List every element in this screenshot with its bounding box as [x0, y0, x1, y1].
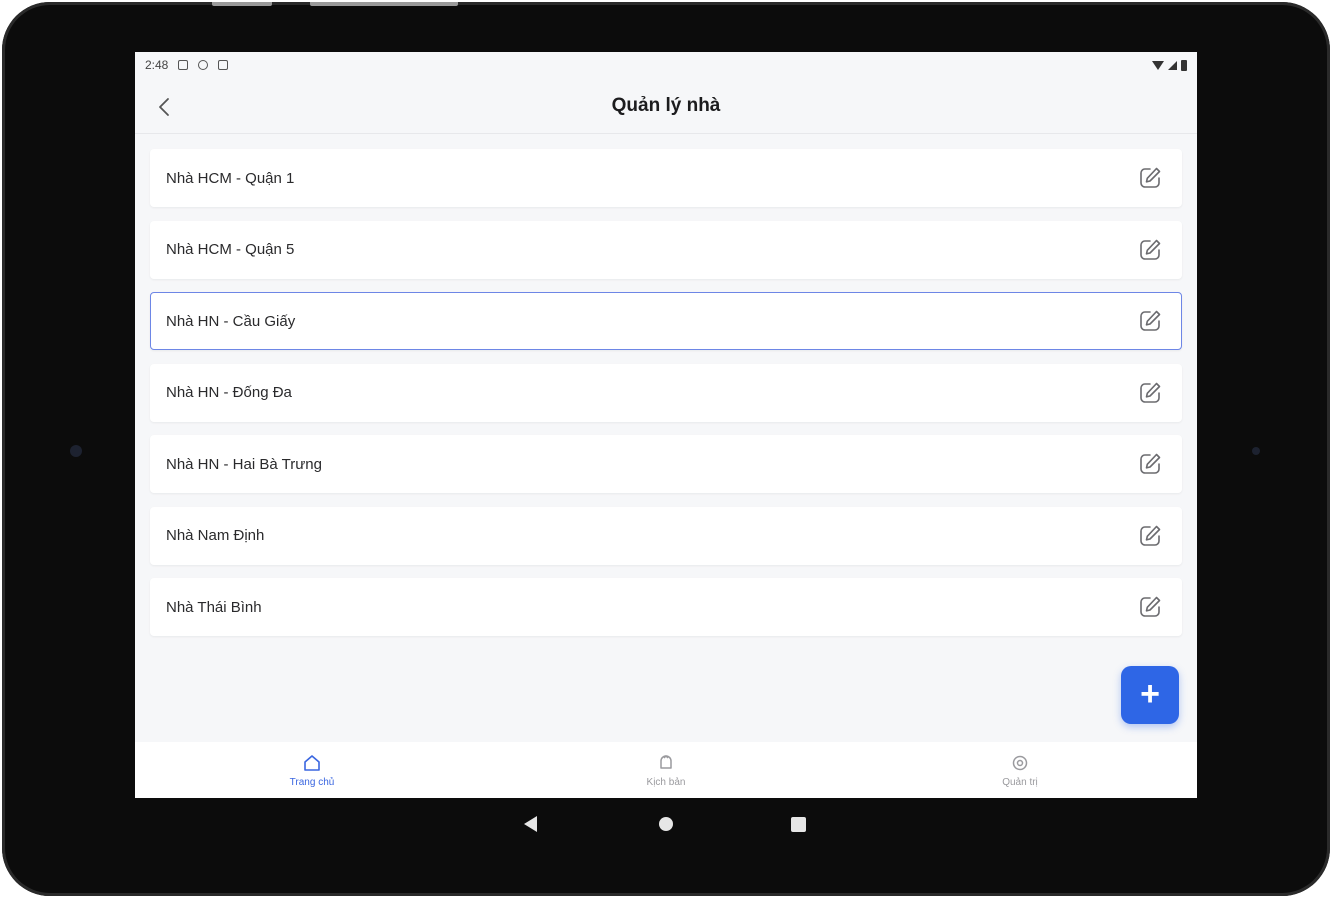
device-top-buttons [212, 2, 462, 6]
edit-house-button[interactable] [1134, 591, 1166, 623]
system-home-button[interactable] [648, 806, 684, 842]
add-house-button[interactable]: + [1121, 666, 1179, 724]
edit-icon [1140, 167, 1161, 188]
status-bar: 2:48 [135, 52, 1197, 78]
light-sensor [1252, 447, 1260, 455]
house-name: Nhà HN - Hai Bà Trưng [166, 455, 322, 473]
page-title: Quản lý nhà [611, 94, 721, 116]
edit-icon [1140, 453, 1161, 474]
edit-icon [1140, 596, 1161, 617]
house-name: Nhà Thái Bình [166, 598, 262, 616]
nav-label: Kịch bản [646, 776, 686, 788]
circle-home-icon [659, 817, 673, 831]
list-item[interactable]: Nhà HN - Đống Đa [150, 363, 1182, 422]
app-screen: 2:48 Quản lý nhà Nhà HCM - Quận 1 Nhà HC… [135, 52, 1197, 798]
square-recents-icon [790, 816, 806, 832]
nav-item-admin[interactable]: Quản trị [843, 742, 1197, 798]
edit-house-button[interactable] [1134, 520, 1166, 552]
edit-house-button[interactable] [1134, 162, 1166, 194]
app-header: Quản lý nhà [135, 78, 1197, 134]
house-name: Nhà HCM - Quận 5 [166, 241, 295, 258]
nav-item-scenario[interactable]: Kịch bản [489, 742, 843, 798]
nav-label: Trang chủ [289, 776, 335, 788]
edit-house-button[interactable] [1134, 305, 1166, 337]
plus-icon: + [1140, 674, 1160, 713]
house-name: Nhà HCM - Quận 1 [166, 169, 295, 187]
front-camera [70, 445, 82, 457]
notification-icon [178, 60, 189, 70]
house-list: Nhà HCM - Quận 1 Nhà HCM - Quận 5 Nhà HN… [150, 149, 1182, 650]
settings-icon [1012, 755, 1028, 770]
nav-item-home[interactable]: Trang chủ [135, 742, 489, 798]
list-item[interactable]: Nhà HCM - Quận 1 [150, 149, 1182, 207]
signal-icon [1168, 60, 1177, 70]
edit-icon [1140, 382, 1161, 403]
edit-icon [1140, 239, 1161, 260]
edit-icon [1140, 525, 1161, 546]
triangle-back-icon [523, 816, 537, 832]
edit-house-button[interactable] [1134, 448, 1166, 480]
status-time: 2:48 [145, 58, 169, 72]
sync-icon [198, 60, 209, 70]
list-item[interactable]: Nhà HCM - Quận 5 [150, 220, 1182, 279]
list-item[interactable]: Nhà Thái Bình [150, 578, 1182, 636]
edit-house-button[interactable] [1134, 377, 1166, 409]
house-name: Nhà HN - Đống Đa [166, 384, 292, 401]
battery-icon [1181, 59, 1187, 71]
scenario-icon [660, 754, 672, 769]
chevron-left-icon [159, 98, 169, 116]
sd-card-icon [218, 60, 229, 70]
house-name: Nhà HN - Cầu Giấy [166, 312, 296, 330]
list-item[interactable]: Nhà HN - Hai Bà Trưng [150, 435, 1182, 493]
system-navigation-bar [0, 806, 1332, 842]
wifi-icon [1152, 60, 1164, 70]
house-name: Nhà Nam Định [166, 527, 265, 544]
system-recents-button[interactable] [780, 806, 816, 842]
back-button[interactable] [149, 92, 179, 122]
list-item-selected[interactable]: Nhà HN - Cầu Giấy [150, 292, 1182, 350]
edit-house-button[interactable] [1134, 234, 1166, 266]
bottom-navigation: Trang chủ Kịch bản Quản trị [135, 742, 1197, 798]
edit-icon [1140, 310, 1161, 331]
list-item[interactable]: Nhà Nam Định [150, 506, 1182, 565]
system-back-button[interactable] [512, 806, 548, 842]
nav-label: Quản trị [1002, 776, 1038, 788]
home-icon [304, 754, 320, 771]
